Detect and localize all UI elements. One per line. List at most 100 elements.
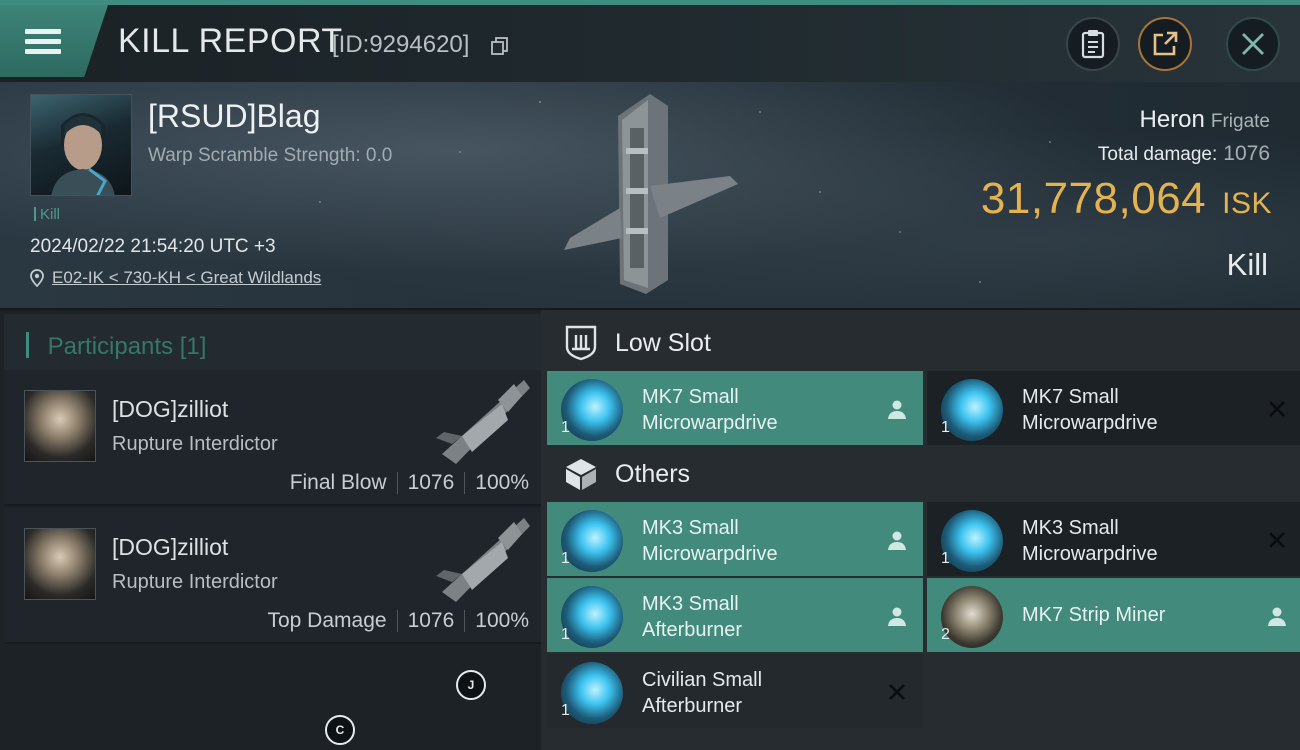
module-name: MK7 Small Microwarpdrive: [1022, 386, 1158, 434]
pilot-portrait-icon: [51, 113, 115, 195]
participant-damage: 1076: [407, 471, 455, 494]
share-button[interactable]: [1138, 17, 1192, 71]
cargo-box-icon: [566, 459, 596, 490]
module-quantity: 1: [561, 419, 570, 436]
participants-title: Participants [1]: [26, 332, 207, 361]
location-link[interactable]: E02-IK < 730-KH < Great Wildlands: [52, 268, 321, 288]
participants-title-text: Participants: [47, 333, 174, 360]
microwarpdrive-icon: [941, 510, 1003, 572]
microwarpdrive-icon: [561, 379, 623, 441]
participants-panel: Participants [1] [DOG]zilliot Rupture In…: [0, 310, 541, 750]
afterburner-icon: [561, 586, 623, 648]
location[interactable]: E02-IK < 730-KH < Great Wildlands: [30, 268, 321, 288]
module-quantity: 1: [561, 550, 570, 567]
microwarpdrive-icon: [941, 379, 1003, 441]
module-item[interactable]: 1 MK3 Small Microwarpdrive: [547, 502, 923, 576]
overlay-marker-c[interactable]: C: [325, 715, 355, 745]
low-slot-label: Low Slot: [615, 328, 711, 357]
module-name: Civilian Small Afterburner: [642, 669, 763, 717]
rupture-ship-icon: [436, 518, 530, 602]
report-id: [ID:9294620]: [332, 31, 470, 58]
isk-value: 31,778,064 ISK: [981, 174, 1272, 224]
module-item[interactable]: 1 MK7 Small Microwarpdrive: [547, 371, 923, 445]
destroyed-x-icon: [1269, 532, 1285, 548]
participant-avatar[interactable]: [24, 528, 96, 600]
participant-stats: Final Blow 1076 100%: [290, 471, 529, 495]
victim-avatar[interactable]: [30, 94, 132, 196]
module-name: MK3 Small Afterburner: [642, 593, 743, 641]
module-item[interactable]: 1 MK3 Small Microwarpdrive: [927, 502, 1300, 576]
rupture-ship-icon: [436, 380, 530, 464]
module-quantity: 1: [941, 550, 950, 567]
participant-name: [DOG]zilliot: [112, 396, 229, 422]
heron-ship-image: [564, 94, 738, 294]
clipboard-icon: [1081, 30, 1105, 59]
module-quantity: 2: [941, 626, 950, 643]
microwarpdrive-icon: [561, 510, 623, 572]
pilot-icon: [888, 607, 906, 626]
participant-ship: Rupture Interdictor: [112, 433, 278, 455]
participant-percent: 100%: [475, 471, 529, 494]
participants-count: [1]: [179, 333, 207, 360]
total-damage-label: Total damage:: [1097, 144, 1218, 165]
low-slot-icon: [565, 325, 597, 361]
modules-panel: Low Slot 1 MK7 Small Microwarpdrive 1 MK…: [541, 310, 1300, 750]
module-name: MK3 Small Microwarpdrive: [1022, 517, 1158, 565]
module-name: MK7 Small Microwarpdrive: [642, 386, 778, 434]
module-item[interactable]: 1 MK7 Small Microwarpdrive: [927, 371, 1300, 445]
participant-damage: 1076: [407, 609, 455, 632]
victim-banner: [RSUD]Blag Warp Scramble Strength: 0.0 K…: [0, 82, 1300, 308]
ship-class: Frigate: [1210, 111, 1270, 132]
module-name: MK3 Small Microwarpdrive: [642, 517, 778, 565]
location-pin-icon: [30, 269, 44, 287]
destroyed-x-icon: [889, 684, 905, 700]
module-item[interactable]: 1 MK3 Small Afterburner: [547, 578, 923, 652]
victim-name: [RSUD]Blag: [148, 98, 321, 134]
kill-datetime: 2024/02/22 21:54:20 UTC +3: [30, 236, 276, 257]
isk-unit: ISK: [1222, 187, 1272, 220]
module-item[interactable]: 1 Civilian Small Afterburner: [547, 654, 923, 728]
total-damage-value: 1076: [1223, 142, 1270, 165]
close-icon: [1242, 33, 1264, 55]
pilot-icon: [888, 400, 906, 419]
others-label: Others: [615, 459, 691, 488]
copy-icon[interactable]: [490, 36, 510, 56]
participant-ship: Rupture Interdictor: [112, 571, 278, 593]
participant-row[interactable]: [DOG]zilliot Rupture Interdictor Top Dam…: [4, 508, 541, 644]
module-quantity: 1: [561, 626, 570, 643]
participant-row[interactable]: [DOG]zilliot Rupture Interdictor Final B…: [4, 370, 541, 506]
strip-miner-icon: [941, 586, 1003, 648]
participant-role: Top Damage: [267, 609, 387, 632]
accent-line: [0, 0, 1300, 5]
participant-percent: 100%: [475, 609, 529, 632]
clipboard-button[interactable]: [1066, 17, 1120, 71]
module-quantity: 1: [561, 702, 570, 719]
hamburger-icon: [25, 24, 61, 59]
close-button[interactable]: [1226, 17, 1280, 71]
participant-role: Final Blow: [289, 471, 387, 494]
overlay-marker-j[interactable]: J: [456, 670, 486, 700]
pilot-icon: [1268, 607, 1286, 626]
menu-button[interactable]: [0, 5, 108, 77]
module-item[interactable]: 2 MK7 Strip Miner: [927, 578, 1300, 652]
ship-name: Heron: [1139, 106, 1205, 133]
afterburner-icon: [561, 662, 623, 724]
warp-scramble-strength: Warp Scramble Strength: 0.0: [148, 145, 393, 166]
participants-header: Participants [1]: [4, 314, 541, 374]
kill-tag: Kill: [34, 206, 60, 223]
pilot-icon: [888, 531, 906, 550]
isk-amount: 31,778,064: [980, 174, 1207, 223]
ship-type: Heron Frigate: [1139, 106, 1270, 134]
result-label: Kill: [1226, 247, 1268, 282]
participant-stats: Top Damage 1076 100%: [267, 609, 529, 633]
participant-avatar[interactable]: [24, 390, 96, 462]
others-header: Others: [541, 445, 1300, 503]
total-damage: Total damage: 1076: [1098, 142, 1270, 166]
page-title: KILL REPORT: [118, 22, 343, 60]
low-slot-header: Low Slot: [541, 314, 1300, 372]
top-bar: KILL REPORT [ID:9294620]: [0, 0, 1300, 82]
participant-name: [DOG]zilliot: [112, 534, 229, 560]
share-icon: [1153, 31, 1178, 56]
module-quantity: 1: [941, 419, 950, 436]
module-name: MK7 Strip Miner: [1022, 604, 1166, 626]
